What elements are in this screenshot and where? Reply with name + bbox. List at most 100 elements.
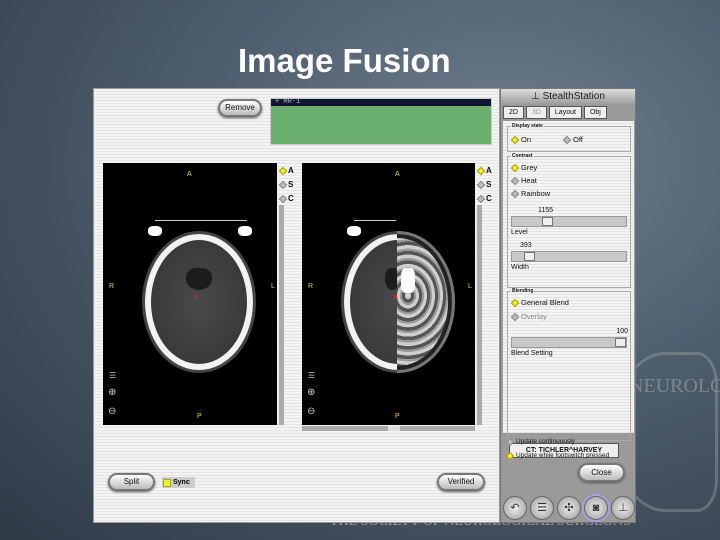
panel-header: ⊥ StealthStation — [501, 89, 635, 105]
list-icon[interactable]: ☰ — [530, 496, 554, 520]
orientation-sagittal-radio[interactable]: S — [476, 180, 492, 189]
radio-off-icon — [510, 176, 520, 185]
orientation-coronal-radio[interactable]: C — [476, 194, 492, 203]
tab-3d[interactable]: 3D — [525, 106, 547, 119]
radio-on-icon — [278, 166, 288, 175]
ventricle — [401, 268, 415, 293]
sync-checkbox[interactable]: Sync — [162, 477, 195, 488]
label-anterior: A — [187, 171, 192, 178]
contrast-group: Contrast Grey Heat Rainbow 1155 Level 39… — [507, 153, 631, 288]
zoom-out-icon[interactable]: ⊖ — [108, 406, 116, 417]
label-left: L — [271, 283, 275, 290]
blend-label: Blend Setting — [511, 350, 553, 357]
fusion-viewer-scrollbar[interactable] — [477, 205, 482, 425]
layers-icon[interactable]: ☰ — [109, 371, 116, 380]
radio-label: C — [486, 194, 492, 203]
radio-off-icon — [476, 180, 486, 189]
ventricle — [186, 268, 212, 290]
radio-off-icon — [510, 312, 520, 321]
radio-off-icon — [278, 194, 288, 203]
tab-obj[interactable]: Obj — [583, 106, 607, 119]
radio-label: Update while footswitch pressed — [516, 452, 610, 459]
split-button[interactable]: Split — [108, 473, 155, 491]
fusion-viewer[interactable]: A R L P ☰ ⊕ ⊖ — [302, 163, 475, 425]
orientation-axial-radio[interactable]: A — [278, 166, 294, 175]
tools-icon[interactable]: ✣ — [557, 496, 581, 520]
radio-on-icon — [505, 451, 515, 460]
fusion-horizontal-slider[interactable] — [302, 426, 475, 431]
scale-bar — [354, 220, 396, 221]
zoom-in-icon[interactable]: ⊕ — [108, 387, 116, 398]
update-continuously-radio[interactable]: Update continuously — [505, 437, 575, 446]
radio-label: On — [521, 135, 532, 144]
group-label: Contrast — [511, 153, 534, 159]
width-value: 393 — [520, 242, 532, 249]
blending-group: Blending General Blend Overlay 100 Blend… — [507, 288, 631, 441]
overlay-radio[interactable]: Overlay — [510, 312, 547, 321]
image-list-item[interactable]: + MR-1 — [271, 99, 491, 106]
radio-label: Update continuously — [516, 438, 575, 445]
slider-thumb[interactable] — [542, 217, 553, 226]
camera-icon[interactable]: ◙ — [584, 496, 608, 520]
remove-button[interactable]: Remove — [218, 99, 262, 117]
image-list[interactable]: + MR-1 — [270, 98, 492, 145]
radio-off-icon — [510, 189, 520, 198]
target-marker — [195, 295, 198, 298]
panel-body: Display state On Off Contrast Grey Heat … — [503, 121, 634, 458]
zoom-out-icon[interactable]: ⊖ — [307, 406, 315, 417]
orientation-axial-radio[interactable]: A — [476, 166, 492, 175]
radio-label: A — [288, 166, 294, 175]
contrast-heat-radio[interactable]: Heat — [510, 176, 537, 185]
display-state-group: Display state On Off — [507, 123, 631, 152]
radio-label: General Blend — [521, 298, 569, 307]
radio-label: Heat — [521, 176, 537, 185]
fiducial-marker — [347, 226, 361, 236]
sync-label: Sync — [173, 479, 190, 486]
slider-thumb[interactable] — [524, 252, 535, 261]
contrast-grey-radio[interactable]: Grey — [510, 163, 538, 172]
radio-off-icon — [562, 135, 572, 144]
layers-icon[interactable]: ☰ — [308, 371, 315, 380]
back-icon[interactable]: ↶ — [503, 496, 527, 520]
checkbox-checked-icon — [163, 478, 171, 487]
level-label: Level — [511, 229, 528, 236]
ct-viewer-scrollbar[interactable] — [279, 205, 284, 425]
orientation-coronal-radio[interactable]: C — [278, 194, 294, 203]
brand-name: StealthStation — [542, 91, 605, 102]
slider-thumb[interactable] — [615, 338, 626, 347]
radio-on-icon — [510, 135, 520, 144]
tab-layout[interactable]: Layout — [548, 106, 582, 119]
width-slider[interactable] — [511, 251, 627, 262]
radio-label: Grey — [521, 163, 538, 172]
orientation-sagittal-radio[interactable]: S — [278, 180, 294, 189]
display-on-radio[interactable]: On — [510, 135, 532, 144]
radio-label: S — [288, 180, 294, 189]
blend-slider[interactable] — [511, 337, 627, 348]
tab-2d[interactable]: 2D — [503, 106, 524, 119]
radio-label: C — [288, 194, 294, 203]
general-blend-radio[interactable]: General Blend — [510, 298, 569, 307]
zoom-in-icon[interactable]: ⊕ — [307, 387, 315, 398]
slider-thumb[interactable] — [388, 426, 400, 431]
level-slider[interactable] — [511, 216, 627, 227]
display-off-radio[interactable]: Off — [562, 135, 583, 144]
radio-off-icon — [278, 180, 288, 189]
radio-off-icon — [476, 194, 486, 203]
fiducial-marker — [238, 226, 252, 236]
stealthstation-logo-icon: ⊥ — [531, 91, 543, 102]
probe-icon[interactable]: ⊥ — [611, 496, 635, 520]
slide-title: Image Fusion — [238, 42, 451, 79]
contrast-rainbow-radio[interactable]: Rainbow — [510, 189, 551, 198]
close-button[interactable]: Close — [578, 463, 625, 482]
label-right: R — [308, 283, 314, 290]
update-footswitch-radio[interactable]: Update while footswitch pressed — [505, 451, 610, 460]
ct-viewer[interactable]: A R L P ☰ ⊕ ⊖ — [103, 163, 277, 425]
radio-label: Rainbow — [521, 189, 551, 198]
radio-off-icon — [505, 437, 515, 446]
radio-label: S — [486, 180, 492, 189]
radio-label: Overlay — [521, 312, 547, 321]
level-value: 1155 — [538, 207, 554, 214]
radio-label: A — [486, 166, 492, 175]
brain-ct-slice — [145, 234, 253, 370]
verified-button[interactable]: Verified — [437, 473, 485, 491]
